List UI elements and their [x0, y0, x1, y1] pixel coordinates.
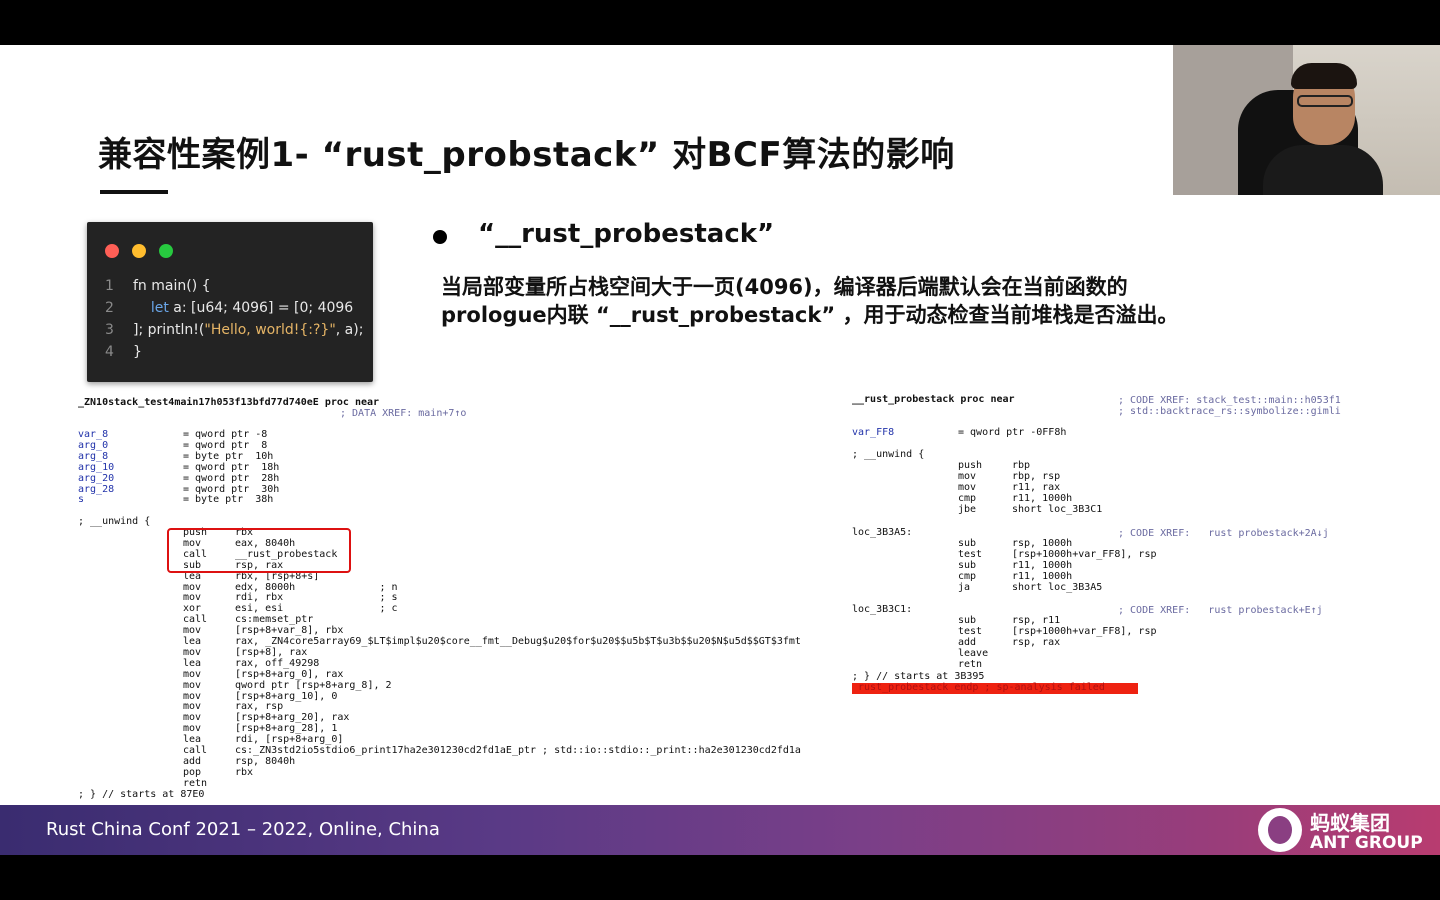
asm-left-footer: ; } // starts at 87E0	[78, 789, 205, 800]
title-underline	[100, 190, 168, 194]
asm-var-operand: = qword ptr 28h	[183, 472, 280, 484]
bullet-heading: “__rust_probestack”	[478, 219, 775, 249]
asm-right-unwind: ; __unwind {	[852, 449, 925, 460]
presenter-webcam	[1173, 45, 1440, 195]
ant-group-logo-inner	[1268, 816, 1292, 844]
footer-bar: Rust China Conf 2021 – 2022, Online, Chi…	[0, 805, 1440, 855]
sp-analysis-error-text: rust_probestack endp ; sp-analysis faile…	[858, 682, 1105, 693]
asm-instr-operand: rax, _ZN4core5array69_$LT$impl$u20$core_…	[235, 636, 801, 647]
probestack-highlight-box	[167, 528, 351, 573]
asm-right-loc2-xref: ; CODE XREF: rust probestack+E↑j	[1118, 605, 1323, 616]
asm-right-loc1-xref: ; CODE XREF: rust probestack+2A↓j	[1118, 528, 1329, 539]
asm-r3-op: retn	[958, 659, 983, 670]
slide: 兼容性案例1- “rust_probstack” 对BCF算法的影响 1 fn m…	[0, 45, 1440, 855]
asm-right-var-name: var_FF8	[852, 427, 895, 438]
asm-right-loc1: loc_3B3A5:	[852, 527, 913, 538]
yellow-dot-icon	[132, 244, 146, 258]
asm-right-var-def: = qword ptr -0FF8h	[958, 427, 1067, 438]
asm-instr-op: retn	[183, 777, 208, 789]
asm-instr-op: mov	[183, 668, 202, 680]
asm-var-op: s	[78, 494, 85, 506]
ant-group-logo-icon	[1258, 808, 1302, 852]
bullet-description-line1: 当局部变量所占栈空间大于一页(4096)，编译器后端默认会在当前函数的	[441, 275, 1128, 299]
asm-instr-operand: [rsp+8+arg_0], rax	[235, 668, 344, 680]
asm-right-xref2: ; std::backtrace_rs::symbolize::gimli	[1118, 406, 1341, 417]
asm-instr-op: lea	[183, 570, 202, 582]
conference-name: Rust China Conf 2021 – 2022, Online, Chi…	[46, 819, 440, 840]
bullet-description-line2: prologue内联 “__rust_probestack” ，用于动态检查当前…	[441, 303, 1179, 327]
red-dot-icon	[105, 244, 119, 258]
asm-var-operand: = byte ptr 38h	[183, 494, 274, 506]
asm-right-proc-header: __rust_probestack proc near	[852, 394, 1015, 405]
webcam-presenter-hair	[1291, 63, 1357, 89]
asm-instr-operand: cs:_ZN3std2io5stdio6_print17ha2e301230cd…	[235, 745, 801, 756]
asm-instr-operand: qword ptr [rsp+8+arg_8], 2	[235, 679, 392, 691]
bullet-icon	[433, 230, 447, 244]
asm-var-op: arg_10	[78, 461, 115, 473]
asm-r3-operand: rsp, rax	[1012, 637, 1061, 648]
code-line: 4}	[105, 344, 142, 360]
asm-var-op: arg_20	[78, 472, 115, 484]
brand-name-cn: 蚂蚁集团	[1310, 811, 1390, 835]
code-card: 1 fn main() { 2 let a: [u64; 4096] = [0; …	[87, 222, 373, 382]
webcam-presenter-shirt	[1263, 145, 1383, 195]
webcam-presenter-glasses	[1297, 95, 1353, 107]
asm-instr-operand: rbx, [rsp+8+s]	[235, 570, 320, 582]
code-line: 3]; println!("Hello, world!{:?}", a);	[105, 322, 364, 338]
asm-left-proc-header: _ZN10stack_test4main17h053f13bfd77d740eE…	[78, 397, 380, 408]
code-line: 1 fn main() {	[105, 278, 211, 294]
asm-instr-operand: rbx	[235, 766, 254, 778]
green-dot-icon	[159, 244, 173, 258]
asm-r2-operand: short loc_3B3A5	[1012, 582, 1103, 593]
code-line: 2 let a: [u64; 4096] = [0; 4096	[105, 300, 354, 316]
slide-title: 兼容性案例1- “rust_probstack” 对BCF算法的影响	[98, 135, 955, 175]
asm-r1-op: jbe	[958, 504, 977, 515]
asm-right-loc2: loc_3B3C1:	[852, 604, 913, 615]
asm-left-xref: ; DATA XREF: main+7↑o	[340, 408, 467, 419]
asm-instr-op: mov	[183, 679, 202, 691]
asm-var-operand: = qword ptr 18h	[183, 461, 280, 473]
brand-name-en: ANT GROUP	[1310, 833, 1423, 853]
asm-r2-op: ja	[958, 582, 971, 593]
asm-left-unwind: ; __unwind {	[78, 516, 151, 527]
asm-r1-operand: short loc_3B3C1	[1012, 504, 1103, 515]
